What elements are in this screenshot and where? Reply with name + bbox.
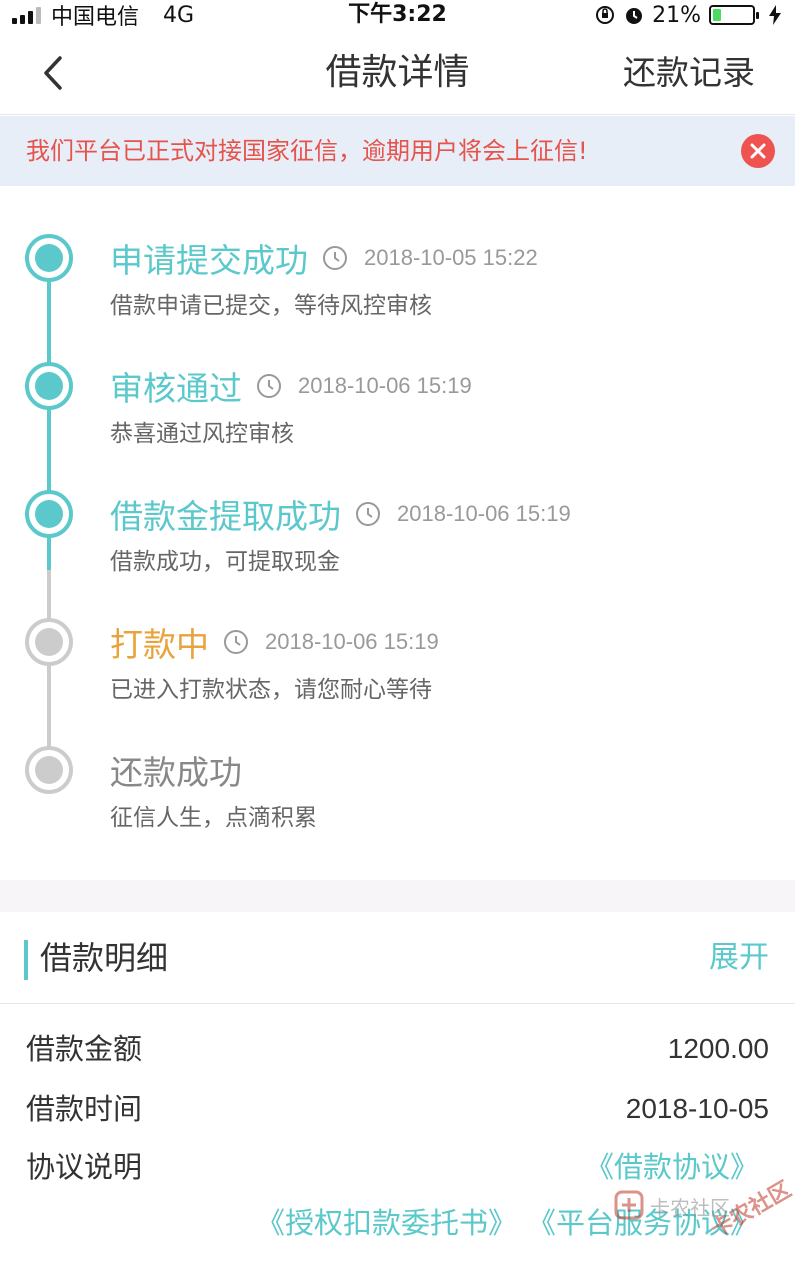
detail-row-time: 借款时间 2018-10-05	[0, 1084, 795, 1134]
step-time: 2018-10-06 15:19	[298, 373, 472, 398]
back-button[interactable]	[30, 50, 80, 96]
step-description: 已进入打款状态，请您耐心等待	[110, 677, 432, 703]
step-title: 打款中	[110, 625, 209, 664]
chevron-left-icon	[44, 56, 62, 90]
notice-close-button[interactable]	[741, 134, 775, 168]
repayment-record-button[interactable]: 还款记录	[623, 30, 755, 115]
step-dot-icon	[25, 490, 73, 538]
section-accent-bar	[24, 940, 28, 980]
battery-level	[713, 9, 721, 21]
timeline-step: 还款成功 征信人生，点滴积累	[0, 746, 795, 846]
charging-icon	[769, 5, 781, 25]
clock-icon	[224, 630, 248, 654]
credit-notice-banner: 我们平台已正式对接国家征信，逾期用户将会上征信!	[0, 116, 795, 186]
detail-label: 协议说明	[26, 1150, 143, 1184]
detail-label: 借款金额	[26, 1032, 143, 1066]
alarm-icon	[626, 8, 643, 24]
step-description: 征信人生，点滴积累	[110, 805, 317, 831]
step-dot-icon	[25, 618, 73, 666]
detail-row-amount: 借款金额 1200.00	[0, 1024, 795, 1074]
step-time: 2018-10-06 15:19	[265, 629, 439, 654]
loan-date-value: 2018-10-05	[625, 1093, 769, 1124]
step-title: 还款成功	[110, 753, 242, 792]
timeline-step: 审核通过 2018-10-06 15:19 恭喜通过风控审核	[0, 362, 795, 462]
step-title: 审核通过	[110, 369, 242, 408]
clock-icon	[323, 246, 347, 270]
detail-row-agreements: 协议说明 《借款协议》	[0, 1142, 795, 1192]
step-time: 2018-10-06 15:19	[397, 501, 571, 526]
loan-details-header: 借款明细 展开	[0, 912, 795, 1004]
battery-icon	[709, 5, 759, 25]
step-title: 借款金提取成功	[110, 497, 341, 536]
timeline-step: 打款中 2018-10-06 15:19 已进入打款状态，请您耐心等待	[0, 618, 795, 718]
step-dot-icon	[25, 234, 73, 282]
platform-service-agreement-link[interactable]: 《平台服务协议》	[527, 1198, 759, 1248]
section-divider	[0, 880, 795, 912]
status-right: 21%	[594, 0, 781, 30]
expand-button[interactable]: 展开	[709, 912, 769, 1004]
status-bar: 中国电信 4G 下午3:22 21%	[0, 0, 795, 30]
step-title: 申请提交成功	[110, 241, 308, 280]
timeline-step: 申请提交成功 2018-10-05 15:22 借款申请已提交，等待风控审核	[0, 234, 795, 334]
debit-authorization-link[interactable]: 《授权扣款委托书》	[256, 1198, 517, 1248]
step-description: 借款成功，可提取现金	[110, 549, 340, 575]
clock-icon	[356, 502, 380, 526]
loan-progress-timeline: 申请提交成功 2018-10-05 15:22 借款申请已提交，等待风控审核 审…	[0, 186, 795, 880]
orientation-lock-icon	[596, 6, 615, 24]
agreement-links: 《授权扣款委托书》 《平台服务协议》	[256, 1198, 759, 1248]
notice-text: 我们平台已正式对接国家征信，逾期用户将会上征信!	[26, 137, 588, 165]
detail-label: 借款时间	[26, 1092, 143, 1126]
step-description: 借款申请已提交，等待风控审核	[110, 293, 432, 319]
battery-percent: 21%	[652, 2, 701, 28]
timeline-step: 借款金提取成功 2018-10-06 15:19 借款成功，可提取现金	[0, 490, 795, 590]
loan-details: 借款明细 展开 借款金额 1200.00 借款时间 2018-10-05 协议说…	[0, 912, 795, 1280]
loan-amount-value: 1200.00	[667, 1033, 769, 1064]
step-dot-icon	[25, 746, 73, 794]
close-icon	[750, 143, 766, 159]
step-description: 恭喜通过风控审核	[110, 421, 294, 447]
clock-icon	[257, 374, 281, 398]
step-time: 2018-10-05 15:22	[364, 245, 538, 270]
section-title: 借款明细	[40, 939, 169, 977]
step-dot-icon	[25, 362, 73, 410]
loan-agreement-link[interactable]: 《借款协议》	[585, 1142, 759, 1192]
nav-bar: 借款详情 还款记录	[0, 30, 795, 115]
